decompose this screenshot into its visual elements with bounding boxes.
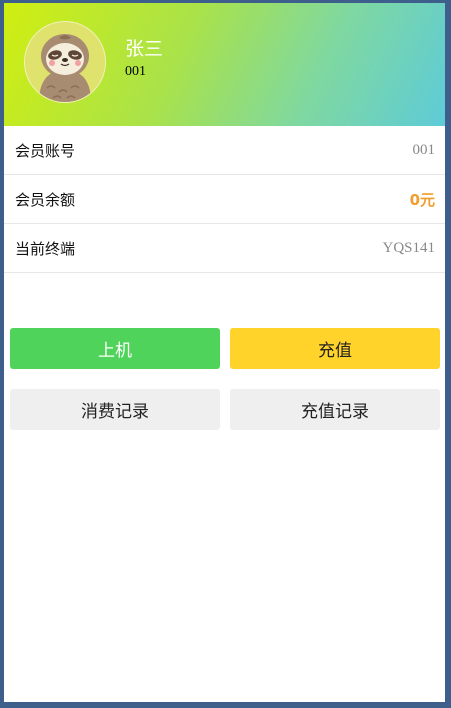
login-button[interactable]: 上机 <box>10 328 220 369</box>
balance-label: 会员余额 <box>15 190 76 209</box>
info-row-account: 会员账号 001 <box>4 126 445 175</box>
terminal-value: YQS141 <box>382 239 435 256</box>
user-id: 001 <box>125 64 146 79</box>
info-row-balance: 会员余额 0元 <box>4 175 445 224</box>
info-row-terminal: 当前终端 YQS141 <box>4 224 445 273</box>
sloth-avatar-image <box>25 22 105 102</box>
recharge-button[interactable]: 充值 <box>230 328 440 369</box>
profile-header: 张三 001 <box>4 3 445 126</box>
recharge-records-button[interactable]: 充值记录 <box>230 389 440 430</box>
account-label: 会员账号 <box>15 141 76 160</box>
consumption-records-button[interactable]: 消费记录 <box>10 389 220 430</box>
sloth-avatar-icon <box>24 21 106 103</box>
account-value: 001 <box>412 141 436 158</box>
app-frame: 张三 001 会员账号 001 会员余额 0元 当前终端 YQS141 上机 充… <box>4 3 445 702</box>
user-name: 张三 <box>125 38 164 60</box>
action-buttons: 上机 充值 消费记录 充值记录 <box>10 328 440 430</box>
balance-value: 0元 <box>409 190 435 209</box>
terminal-label: 当前终端 <box>15 239 76 258</box>
